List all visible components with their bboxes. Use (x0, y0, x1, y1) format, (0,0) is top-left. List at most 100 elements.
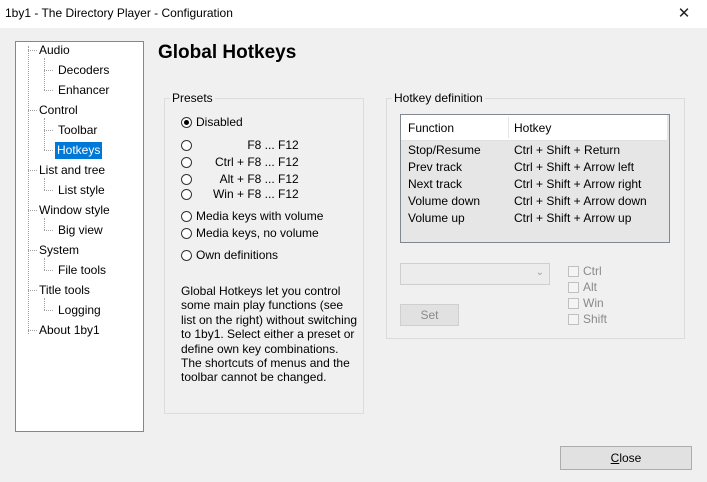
preset-own-definitions-radio[interactable]: Own definitions (181, 247, 278, 263)
preset-disabled-radio[interactable]: Disabled (181, 114, 243, 130)
tree-connector (44, 70, 53, 71)
tree-connector (44, 178, 45, 190)
tree-connector (44, 310, 53, 311)
row-function: Volume down (408, 194, 481, 208)
table-row[interactable]: Prev track Ctrl + Shift + Arrow left (401, 159, 667, 176)
tree-item-hotkeys[interactable]: Hotkeys (55, 142, 103, 159)
preset-alt-f8-f12-radio[interactable]: Alt + F8 ... F12 (181, 171, 299, 187)
tree-item-audio[interactable]: Audio (37, 42, 72, 59)
presets-group-label: Presets (170, 91, 215, 105)
modifier-ctrl-checkbox[interactable]: Ctrl (568, 264, 602, 278)
tree-connector (44, 58, 45, 90)
tree-connector (44, 190, 53, 191)
hotkey-key-select[interactable]: ⌄ (400, 263, 550, 285)
preset-f8-f12-radio[interactable]: F8 ... F12 (181, 137, 299, 153)
row-hotkey: Ctrl + Shift + Arrow right (514, 177, 642, 191)
row-hotkey: Ctrl + Shift + Arrow up (514, 211, 632, 225)
chevron-down-icon: ⌄ (535, 267, 544, 278)
modifier-label: Shift (583, 312, 608, 326)
settings-tree[interactable]: Audio Decoders Enhancer Control Toolbar … (15, 41, 144, 432)
tree-connector (44, 270, 53, 271)
checkbox-icon (568, 314, 579, 325)
tree-connector (28, 210, 37, 211)
tree-item-logging[interactable]: Logging (56, 302, 103, 319)
radio-icon (181, 189, 192, 200)
tree-connector (28, 250, 37, 251)
set-button[interactable]: Set (400, 304, 459, 326)
radio-icon (181, 228, 192, 239)
tree-item-list-style[interactable]: List style (56, 182, 107, 199)
title-bar: 1by1 - The Directory Player - Configurat… (0, 0, 707, 28)
close-button[interactable]: Close (560, 446, 692, 470)
checkbox-icon (568, 266, 579, 277)
preset-media-keys-no-volume-radio[interactable]: Media keys, no volume (181, 225, 319, 241)
tree-item-list-and-tree[interactable]: List and tree (37, 162, 107, 179)
table-row[interactable]: Volume down Ctrl + Shift + Arrow down (401, 193, 667, 210)
radio-icon (181, 211, 192, 222)
radio-icon (181, 157, 192, 168)
tree-connector (44, 90, 53, 91)
preset-modifier: Ctrl + (214, 155, 244, 169)
tree-item-window-style[interactable]: Window style (37, 202, 112, 219)
tree-connector (44, 298, 45, 310)
radio-selected-icon (181, 117, 192, 128)
column-header-hotkey[interactable]: Hotkey (514, 121, 551, 135)
row-hotkey: Ctrl + Shift + Arrow down (514, 194, 647, 208)
checkbox-icon (568, 282, 579, 293)
column-divider[interactable] (508, 117, 509, 138)
preset-label: Own definitions (196, 248, 279, 262)
row-function: Prev track (408, 160, 463, 174)
tree-item-system[interactable]: System (37, 242, 81, 259)
radio-icon (181, 140, 192, 151)
tree-connector (28, 330, 37, 331)
preset-label: Media keys, no volume (196, 226, 319, 240)
table-row[interactable]: Next track Ctrl + Shift + Arrow right (401, 176, 667, 193)
tree-connector (28, 110, 37, 111)
preset-label: F8 ... F12 (247, 155, 299, 169)
tree-item-enhancer[interactable]: Enhancer (56, 82, 111, 99)
tree-connector (44, 258, 45, 270)
tree-connector (28, 170, 37, 171)
modifier-label: Ctrl (583, 264, 602, 278)
window-title: 1by1 - The Directory Player - Configurat… (5, 6, 233, 20)
tree-item-about[interactable]: About 1by1 (37, 322, 102, 339)
preset-win-f8-f12-radio[interactable]: Win + F8 ... F12 (181, 186, 299, 202)
preset-label: Media keys with volume (196, 209, 324, 223)
tree-item-title-tools[interactable]: Title tools (37, 282, 92, 299)
window-close-icon[interactable]: ✕ (661, 0, 707, 28)
radio-icon (181, 174, 192, 185)
preset-label: F8 ... F12 (247, 138, 299, 152)
page-title: Global Hotkeys (158, 42, 297, 63)
radio-icon (181, 250, 192, 261)
tree-connector (28, 290, 37, 291)
preset-media-keys-volume-radio[interactable]: Media keys with volume (181, 208, 323, 224)
modifier-shift-checkbox[interactable]: Shift (568, 312, 607, 326)
row-hotkey: Ctrl + Shift + Arrow left (514, 160, 635, 174)
row-function: Volume up (408, 211, 465, 225)
tree-connector (44, 218, 45, 230)
preset-ctrl-f8-f12-radio[interactable]: Ctrl + F8 ... F12 (181, 154, 299, 170)
tree-connector (28, 50, 37, 51)
preset-modifier: Win + (212, 187, 244, 201)
preset-label: F8 ... F12 (247, 187, 299, 201)
tree-item-control[interactable]: Control (37, 102, 80, 119)
tree-item-toolbar[interactable]: Toolbar (56, 122, 99, 139)
preset-label: F8 ... F12 (247, 172, 299, 186)
tree-item-file-tools[interactable]: File tools (56, 262, 108, 279)
presets-description: Global Hotkeys let you control some main… (181, 284, 358, 385)
modifier-label: Win (583, 296, 604, 310)
table-row[interactable]: Stop/Resume Ctrl + Shift + Return (401, 142, 667, 159)
modifier-label: Alt (583, 280, 598, 294)
tree-item-decoders[interactable]: Decoders (56, 62, 111, 79)
modifier-alt-checkbox[interactable]: Alt (568, 280, 597, 294)
hotkey-list-header: Function Hotkey (401, 115, 667, 141)
tree-connector (44, 118, 45, 150)
hotkey-list[interactable]: Function Hotkey Stop/Resume Ctrl + Shift… (400, 114, 670, 243)
column-header-function[interactable]: Function (408, 121, 454, 135)
modifier-win-checkbox[interactable]: Win (568, 296, 604, 310)
row-function: Next track (408, 177, 463, 191)
row-hotkey: Ctrl + Shift + Return (514, 143, 621, 157)
tree-item-big-view[interactable]: Big view (56, 222, 105, 239)
table-row[interactable]: Volume up Ctrl + Shift + Arrow up (401, 210, 667, 227)
row-function: Stop/Resume (408, 143, 481, 157)
